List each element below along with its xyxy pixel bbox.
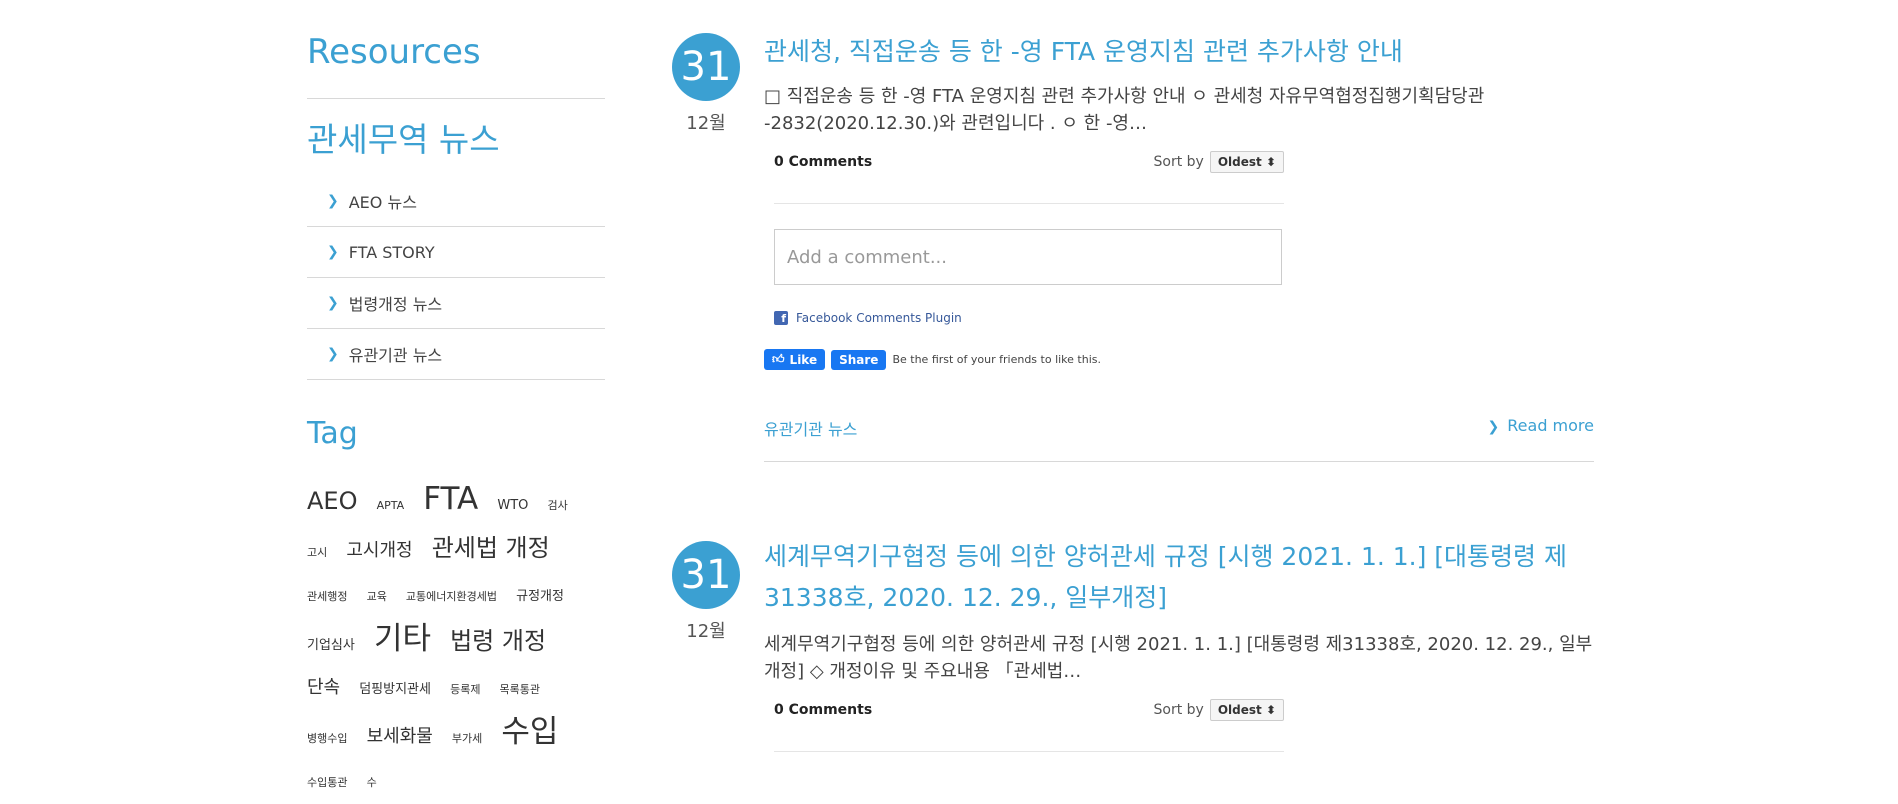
date-month: 12월	[686, 113, 726, 134]
chevron-right-icon: ❯	[327, 295, 339, 311]
date-badge: 31	[672, 33, 740, 101]
read-more-label: Read more	[1507, 416, 1594, 435]
sidebar-item-fta-story[interactable]: ❯ FTA STORY	[307, 227, 605, 278]
resources-heading: Resources	[307, 32, 481, 72]
tag-link[interactable]: 수입	[501, 714, 558, 750]
tag-link[interactable]: 목록통관	[500, 683, 540, 696]
tag-link[interactable]: 법령 개정	[450, 627, 546, 655]
post-category-link[interactable]: 유관기관 뉴스	[764, 416, 857, 440]
tag-link[interactable]: 부가세	[452, 732, 482, 745]
like-label: Like	[789, 352, 818, 367]
tag-link[interactable]: 규정개정	[516, 589, 564, 604]
facebook-share-button[interactable]: Share	[831, 349, 887, 370]
sidebar-item-related-agency-news[interactable]: ❯ 유관기관 뉴스	[307, 329, 605, 380]
tag-link[interactable]: FTA	[423, 481, 478, 517]
sort-control: Sort by Oldest ⬍	[1154, 151, 1284, 173]
facebook-icon: f	[774, 311, 788, 325]
post-excerpt: □ 직접운송 등 한 -영 FTA 운영지침 관련 추가사항 안내 ㅇ 관세청 …	[764, 86, 1485, 134]
tag-link[interactable]: 보세화물	[367, 726, 433, 747]
post-footer: 유관기관 뉴스 ❯ Read more	[764, 416, 1594, 440]
like-social-text: Be the first of your friends to like thi…	[892, 353, 1101, 366]
tag-link[interactable]: 병행수입	[307, 732, 347, 745]
sidebar-item-aeo-news[interactable]: ❯ AEO 뉴스	[307, 176, 605, 227]
post-excerpt: 세계무역기구협정 등에 의한 양허관세 규정 [시행 2021. 1. 1.] …	[764, 634, 1593, 682]
comment-count: 0 Comments	[774, 154, 873, 170]
facebook-comments-plugin-link[interactable]: f Facebook Comments Plugin	[774, 311, 962, 325]
tag-link[interactable]: AEO	[307, 487, 357, 515]
chevron-right-icon: ❯	[327, 346, 339, 362]
sort-select[interactable]: Oldest ⬍	[1209, 151, 1284, 173]
tag-link[interactable]: 관세행정	[307, 590, 347, 603]
chevron-right-icon: ❯	[1487, 419, 1500, 435]
chevron-right-icon: ❯	[327, 244, 339, 260]
comment-input[interactable]: Add a comment...	[774, 229, 1282, 285]
tag-link[interactable]: 수입통관	[307, 776, 347, 789]
tag-link[interactable]: 검사	[547, 499, 567, 512]
news-category-list: ❯ AEO 뉴스 ❯ FTA STORY ❯ 법령개정 뉴스 ❯ 유관기관 뉴스	[307, 176, 605, 380]
comments-divider	[774, 203, 1284, 204]
sort-select[interactable]: Oldest ⬍	[1209, 699, 1284, 721]
tag-link[interactable]: 고시개정	[346, 540, 412, 561]
tag-link[interactable]: 등록제	[450, 683, 480, 696]
tag-link[interactable]: 단속	[307, 677, 340, 698]
sidebar-item-label: FTA STORY	[348, 242, 435, 262]
sort-label: Sort by	[1153, 154, 1204, 170]
sort-control: Sort by Oldest ⬍	[1154, 699, 1284, 721]
tag-link[interactable]: 덤핑방지관세	[359, 682, 431, 697]
facebook-like-row: 👍︎ Like Share Be the first of your friend…	[764, 349, 1101, 370]
facebook-like-button[interactable]: 👍︎ Like	[764, 349, 826, 370]
post-title-link[interactable]: 세계무역기구협정 등에 의한 양허관세 규정 [시행 2021. 1. 1.] …	[764, 536, 1594, 618]
tag-link[interactable]: WTO	[497, 498, 528, 513]
post-title-link[interactable]: 관세청, 직접운송 등 한 -영 FTA 운영지침 관련 추가사항 안내	[764, 31, 1594, 72]
sidebar-item-label: 유관기관 뉴스	[348, 346, 443, 365]
date-badge: 31	[672, 541, 740, 609]
sidebar-item-label: 법령개정 뉴스	[348, 295, 443, 314]
thumbs-up-icon: 👍︎	[772, 352, 785, 366]
tag-link[interactable]: 기타	[374, 621, 431, 657]
sort-label: Sort by	[1153, 702, 1204, 718]
tag-link[interactable]: 관세법 개정	[432, 534, 550, 562]
comments-header: 0 Comments Sort by Oldest ⬍	[774, 151, 1284, 173]
comments-header: 0 Comments Sort by Oldest ⬍	[774, 699, 1284, 721]
chevron-right-icon: ❯	[327, 193, 339, 209]
tag-link[interactable]: APTA	[377, 499, 405, 512]
read-more-link[interactable]: ❯ Read more	[1488, 416, 1594, 440]
plugin-label: Facebook Comments Plugin	[796, 311, 962, 325]
news-heading: 관세무역 뉴스	[307, 120, 500, 159]
tag-link[interactable]: 교통에너지환경세법	[406, 590, 497, 603]
tag-link[interactable]: 교육	[367, 590, 387, 603]
tag-link[interactable]: 고시	[307, 546, 327, 559]
sidebar-item-law-revision-news[interactable]: ❯ 법령개정 뉴스	[307, 278, 605, 329]
tag-link[interactable]: 기업심사	[307, 638, 355, 653]
date-month: 12월	[686, 621, 726, 642]
comments-divider	[774, 751, 1284, 752]
tag-link[interactable]: 수	[367, 776, 377, 789]
comment-count: 0 Comments	[774, 702, 873, 718]
sidebar-item-label: AEO 뉴스	[348, 193, 417, 212]
post-divider	[764, 461, 1594, 462]
tag-heading: Tag	[307, 416, 358, 451]
sidebar-divider	[307, 98, 605, 99]
tag-cloud: AEO APTA FTA WTO 검사 고시 고시개정 관세법 개정 관세행정 …	[307, 478, 605, 804]
